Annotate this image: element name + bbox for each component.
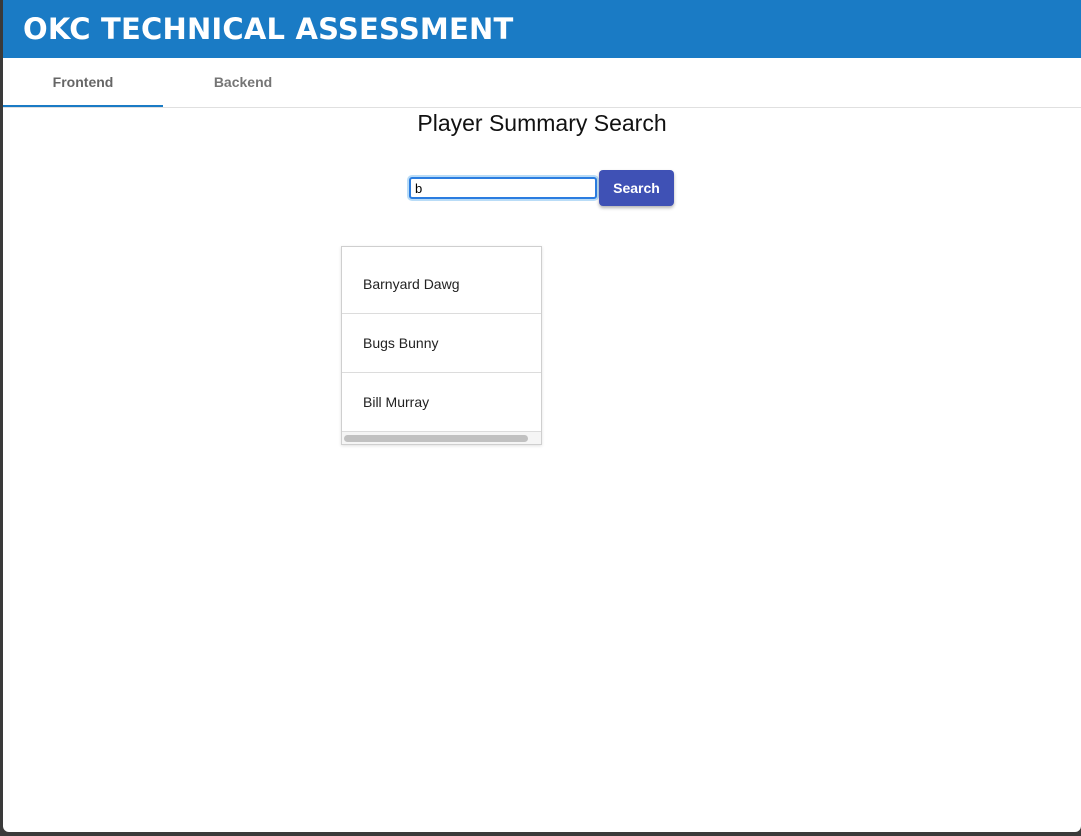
tab-backend[interactable]: Backend bbox=[163, 58, 323, 105]
search-button[interactable]: Search bbox=[599, 170, 674, 206]
search-bar: Search bbox=[409, 170, 674, 206]
result-item[interactable]: Bill Murray bbox=[342, 373, 541, 432]
app-title: OKC TECHNICAL ASSESSMENT bbox=[23, 12, 514, 46]
tab-frontend[interactable]: Frontend bbox=[3, 58, 163, 107]
result-item[interactable]: Bugs Bunny bbox=[342, 314, 541, 373]
app-window: OKC TECHNICAL ASSESSMENT Frontend Backen… bbox=[3, 0, 1081, 832]
page-title: Player Summary Search bbox=[417, 110, 667, 136]
app-bar: OKC TECHNICAL ASSESSMENT bbox=[3, 0, 1081, 58]
results-list: Barnyard Dawg Bugs Bunny Bill Murray bbox=[342, 247, 541, 432]
results-dropdown: Barnyard Dawg Bugs Bunny Bill Murray bbox=[341, 246, 542, 445]
scrollbar-thumb[interactable] bbox=[344, 435, 528, 442]
horizontal-scrollbar[interactable] bbox=[342, 432, 541, 444]
tab-bar: Frontend Backend bbox=[3, 58, 1081, 108]
result-item[interactable]: Barnyard Dawg bbox=[342, 255, 541, 314]
search-input[interactable] bbox=[409, 177, 597, 199]
